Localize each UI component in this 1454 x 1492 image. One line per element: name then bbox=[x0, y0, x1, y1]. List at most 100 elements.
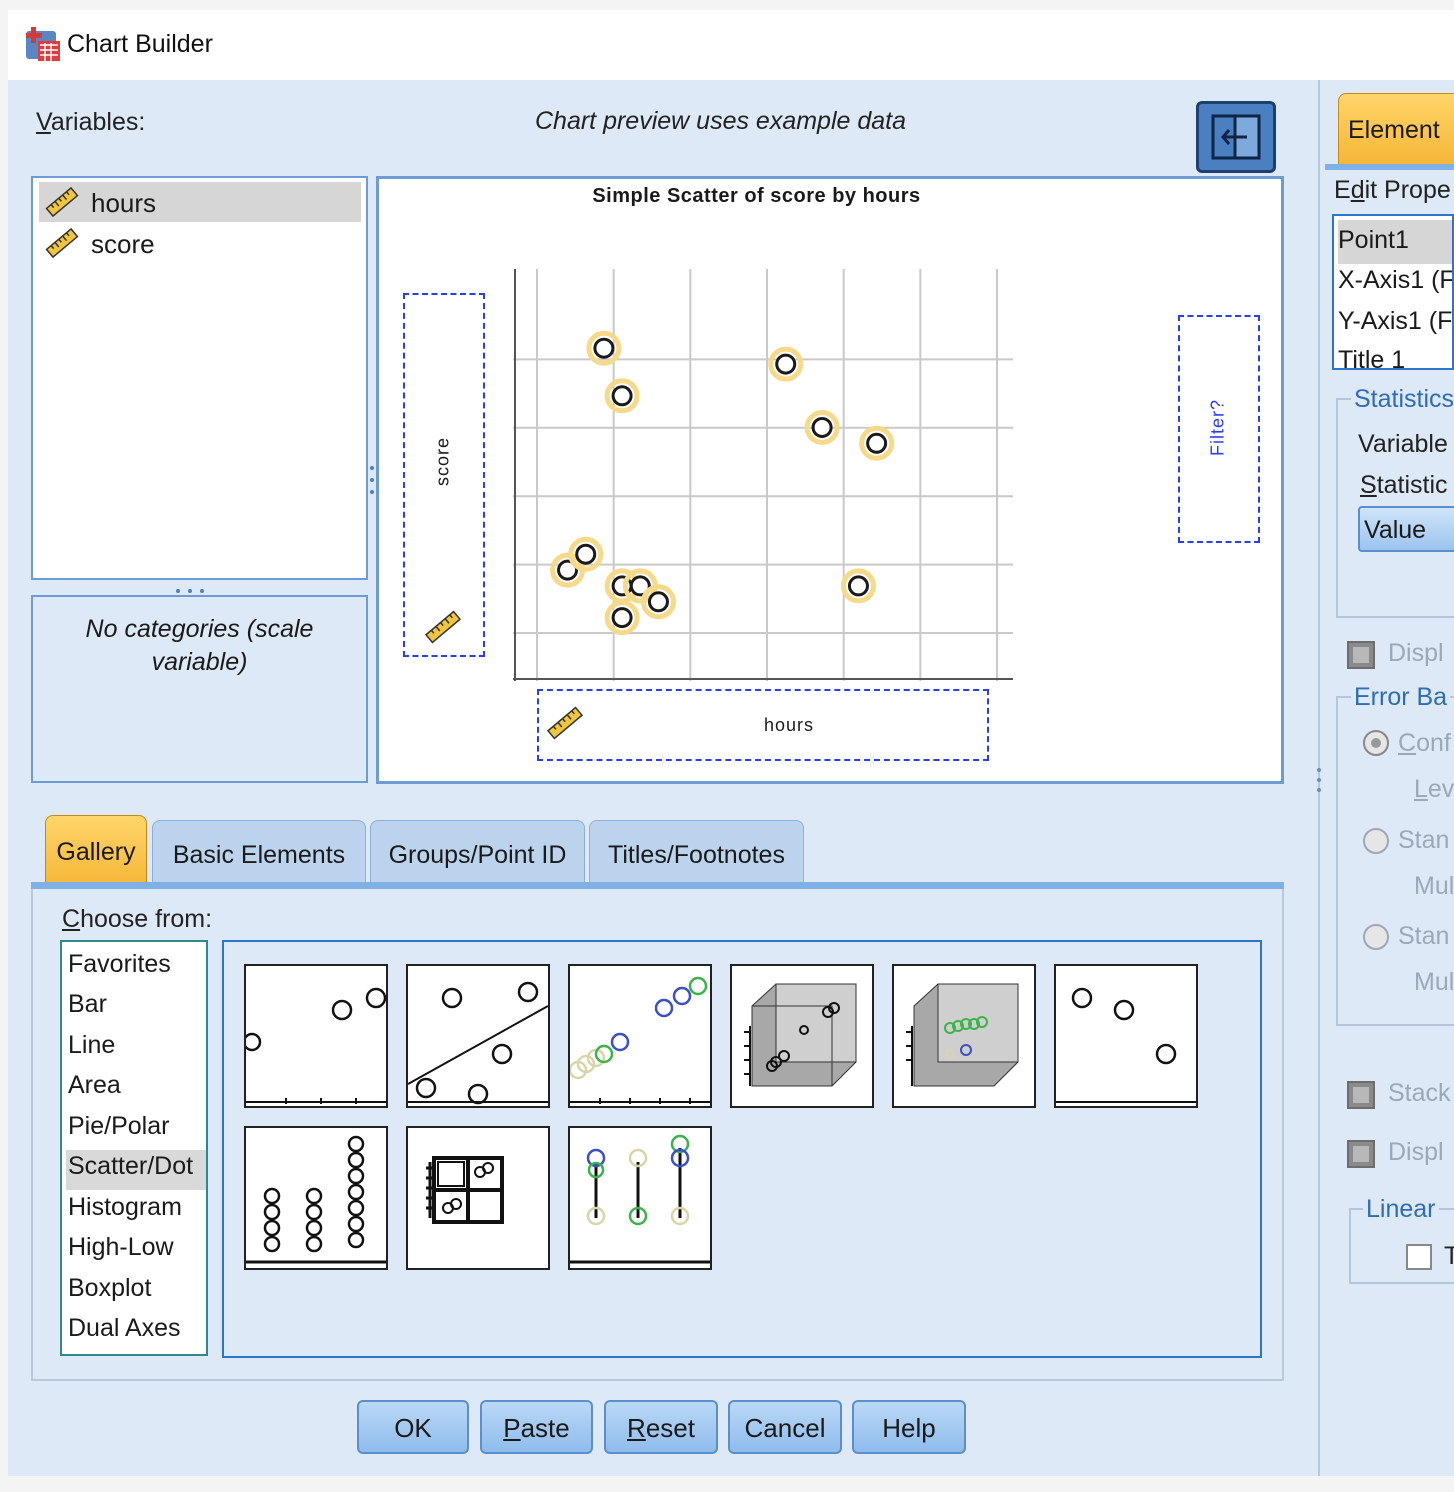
tab-basic-elements[interactable]: Basic Elements bbox=[152, 820, 366, 882]
variable-name: score bbox=[91, 229, 155, 259]
data-point bbox=[575, 543, 597, 565]
x-axis-drop-zone[interactable]: hours bbox=[537, 689, 989, 761]
pane-splitter-handle[interactable] bbox=[1316, 760, 1322, 800]
ruler-icon bbox=[45, 227, 79, 266]
simple-scatter-thumbnail[interactable] bbox=[244, 964, 388, 1108]
data-point bbox=[866, 432, 888, 454]
error-bars-title: Error Ba bbox=[1351, 683, 1451, 712]
ruler-icon bbox=[45, 186, 79, 225]
chart-title: Simple Scatter of score by hours bbox=[592, 185, 921, 207]
properties-item-x-axis[interactable]: X-Axis1 (F bbox=[1338, 266, 1452, 304]
statistic-mnemonic: S bbox=[1360, 471, 1377, 499]
y-drop-label-wrap: score bbox=[431, 425, 457, 505]
chart-type-item-selected[interactable]: Scatter/Dot bbox=[66, 1150, 206, 1190]
data-point bbox=[611, 607, 633, 629]
ruler-icon bbox=[423, 609, 463, 650]
y-axis-drop-zone[interactable]: score bbox=[403, 293, 485, 657]
variable-item-score[interactable]: score bbox=[39, 223, 361, 263]
tab-groups-point-id[interactable]: Groups/Point ID bbox=[370, 820, 585, 882]
help-button[interactable]: Help bbox=[852, 1400, 966, 1454]
data-point bbox=[811, 416, 833, 438]
properties-item-title[interactable]: Title 1 bbox=[1338, 346, 1452, 368]
display-label-2: Displ bbox=[1388, 1138, 1444, 1166]
linear-checkbox[interactable] bbox=[1406, 1244, 1432, 1270]
properties-item-y-axis[interactable]: Y-Axis1 (F bbox=[1338, 307, 1452, 345]
conf-rest: onf bbox=[1416, 729, 1451, 757]
variable-label: Variable bbox=[1358, 430, 1448, 458]
chart-type-list[interactable]: Favorites Bar Line Area Pie/Polar Scatte… bbox=[60, 940, 208, 1356]
edit-properties-list[interactable]: Point1 X-Axis1 (F Y-Axis1 (F Title 1 bbox=[1332, 214, 1454, 370]
level-rest: ev bbox=[1427, 775, 1454, 803]
scatterplot-matrix-thumbnail[interactable] bbox=[406, 1126, 550, 1270]
display-checkbox-1[interactable] bbox=[1347, 641, 1375, 669]
variable-name: hours bbox=[91, 188, 157, 218]
splitter-handle[interactable] bbox=[170, 582, 210, 593]
vertical-splitter-handle[interactable] bbox=[368, 460, 376, 500]
variables-label-rest: ariables: bbox=[50, 108, 146, 136]
tab-strip bbox=[31, 882, 1284, 889]
display-checkbox-2[interactable] bbox=[1347, 1140, 1375, 1168]
return-to-gallery-button[interactable] bbox=[1196, 101, 1276, 173]
grouped-scatter-thumbnail[interactable] bbox=[568, 964, 712, 1108]
linear-checkbox-label: T bbox=[1444, 1242, 1454, 1270]
background-strip bbox=[0, 0, 1454, 10]
chart-type-item[interactable]: Histogram bbox=[66, 1193, 206, 1231]
cancel-button[interactable]: Cancel bbox=[728, 1400, 842, 1454]
window-title: Chart Builder bbox=[67, 30, 213, 58]
simple-dot-plot-thumbnail[interactable] bbox=[244, 1126, 388, 1270]
statistic-dropdown[interactable]: Value bbox=[1358, 506, 1454, 552]
title-bar bbox=[8, 10, 1454, 80]
filter-drop-zone[interactable]: Filter? bbox=[1178, 315, 1260, 543]
note-line-1: No categories (scale bbox=[85, 615, 314, 643]
gallery-thumbnails bbox=[222, 940, 1262, 1358]
edit-e: E bbox=[1334, 176, 1351, 204]
chart-type-item[interactable]: Line bbox=[66, 1031, 206, 1069]
chart-type-item[interactable]: Boxplot bbox=[66, 1274, 206, 1312]
data-point bbox=[647, 591, 669, 613]
standard-deviation-radio[interactable] bbox=[1363, 924, 1389, 950]
drop-line-thumbnail[interactable] bbox=[568, 1126, 712, 1270]
statistic-value: Value bbox=[1364, 516, 1427, 544]
properties-item-point1[interactable]: Point1 bbox=[1338, 220, 1452, 264]
chart-type-item[interactable]: Pie/Polar bbox=[66, 1112, 206, 1150]
stack-label: Stack bbox=[1388, 1079, 1451, 1107]
summary-point-plot-thumbnail[interactable] bbox=[1054, 964, 1198, 1108]
scatter-fit-line-thumbnail[interactable] bbox=[406, 964, 550, 1108]
edit-rest: it Prope bbox=[1364, 176, 1451, 204]
note-line-2: variable) bbox=[151, 648, 248, 676]
reset-button[interactable]: Reset bbox=[604, 1400, 718, 1454]
chart-type-item[interactable]: Bar bbox=[66, 990, 206, 1028]
data-point bbox=[593, 337, 615, 359]
data-point bbox=[611, 385, 633, 407]
tab-titles-footnotes[interactable]: Titles/Footnotes bbox=[589, 820, 804, 882]
edit-properties-label: Edit Prope bbox=[1334, 176, 1451, 205]
tab-element-properties[interactable]: Element bbox=[1338, 93, 1454, 165]
variable-item-hours[interactable]: hours bbox=[39, 182, 361, 222]
chart-type-item[interactable]: High-Low bbox=[66, 1233, 206, 1271]
filter-label: Filter? bbox=[1207, 399, 1228, 457]
confidence-radio[interactable] bbox=[1363, 730, 1389, 756]
level-mnemonic: L bbox=[1414, 775, 1428, 803]
conf-mnemonic: C bbox=[1398, 729, 1417, 757]
variables-label-mnemonic: V bbox=[36, 108, 51, 136]
chart-type-item[interactable]: Favorites bbox=[66, 950, 206, 988]
chart-canvas[interactable]: Simple Scatter of score by hours score h… bbox=[376, 176, 1284, 784]
choose-mnemonic: C bbox=[62, 905, 81, 933]
choose-from-label: Choose from: bbox=[62, 905, 212, 934]
scatter-plot bbox=[513, 269, 1013, 681]
y-drop-label: score bbox=[432, 437, 453, 487]
standard-error-radio[interactable] bbox=[1363, 828, 1389, 854]
tab-gallery[interactable]: Gallery bbox=[45, 815, 147, 887]
variables-list[interactable]: hours score bbox=[31, 176, 368, 580]
stack-checkbox[interactable] bbox=[1347, 1081, 1375, 1109]
simple-3d-scatter-thumbnail[interactable] bbox=[730, 964, 874, 1108]
x-drop-label: hours bbox=[763, 715, 815, 735]
grouped-3d-scatter-thumbnail[interactable] bbox=[892, 964, 1036, 1108]
chart-type-item[interactable]: Area bbox=[66, 1071, 206, 1109]
return-icon bbox=[1211, 114, 1261, 160]
paste-button[interactable]: Paste bbox=[480, 1400, 593, 1454]
ok-button[interactable]: OK bbox=[357, 1400, 469, 1454]
no-categories-note: No categories (scale variable) bbox=[33, 613, 366, 679]
chart-type-item[interactable]: Dual Axes bbox=[66, 1314, 206, 1352]
multiplier-label-2: Mul bbox=[1414, 968, 1454, 996]
